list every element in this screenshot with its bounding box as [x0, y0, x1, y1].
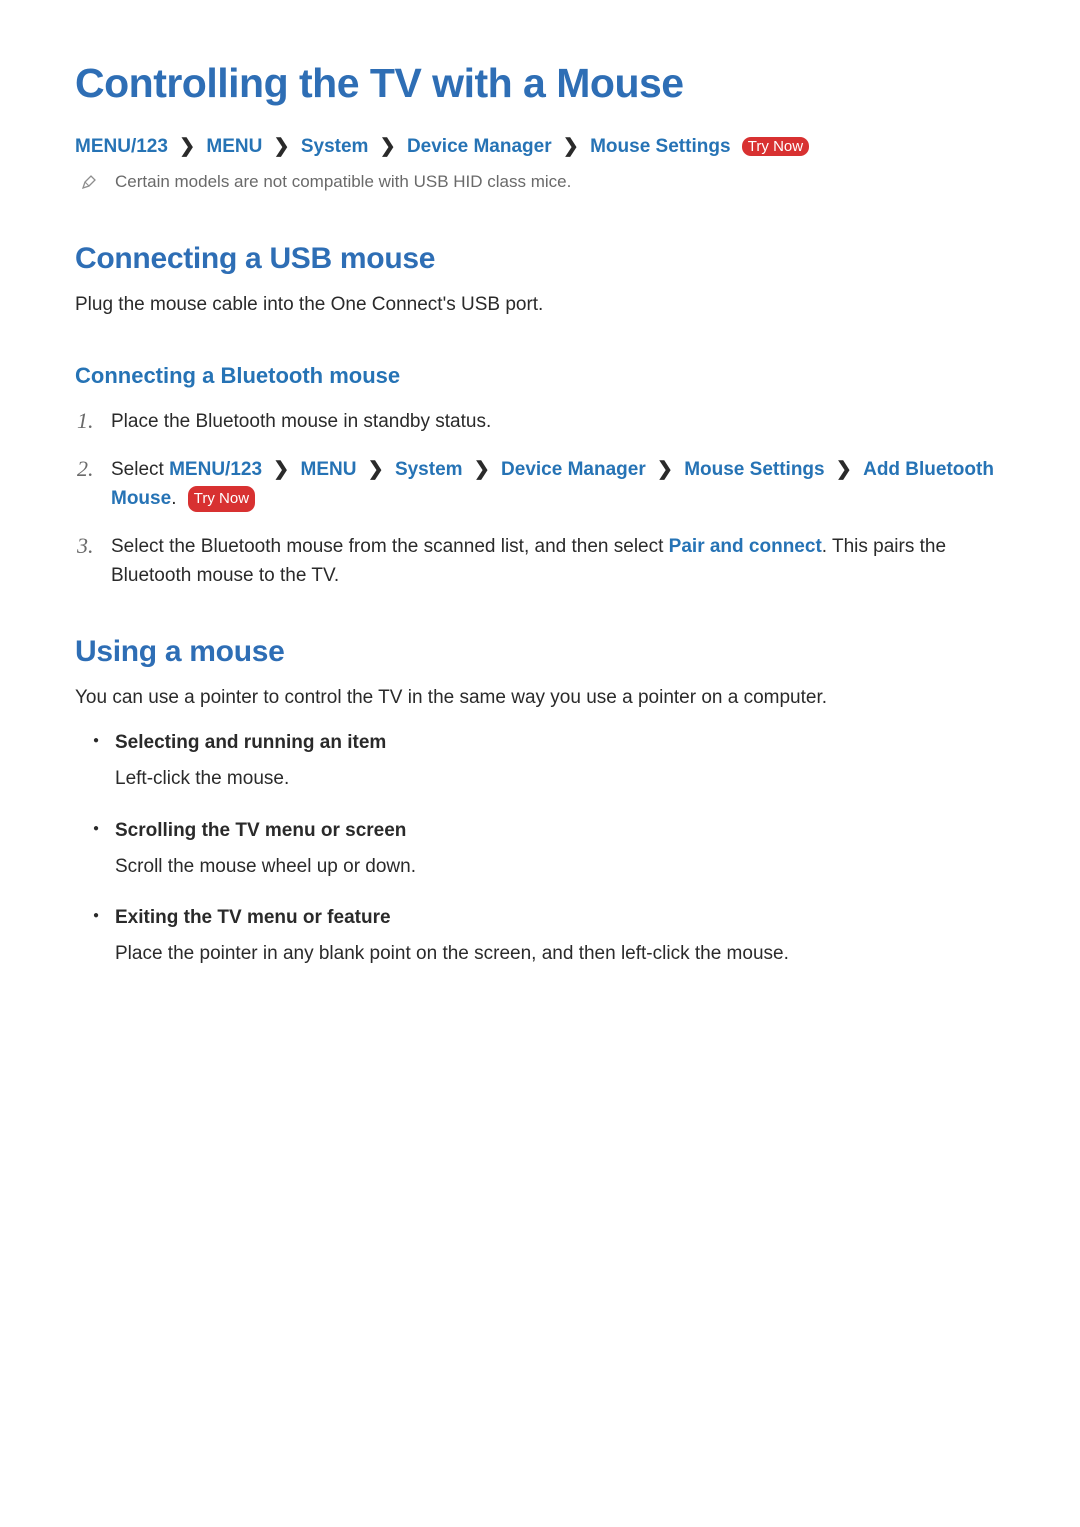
try-now-badge[interactable]: Try Now	[188, 486, 255, 511]
menu-path-item: System	[395, 459, 463, 480]
breadcrumb-main: MENU/123 ❯ MENU ❯ System ❯ Device Manage…	[75, 135, 1010, 158]
step-item: 2. Select MENU/123 ❯ MENU ❯ System ❯ Dev…	[75, 455, 1010, 514]
pencil-icon	[81, 174, 97, 190]
step-text-pre: Select the Bluetooth mouse from the scan…	[111, 536, 669, 557]
breadcrumb-item: Device Manager	[407, 136, 552, 157]
bullet-body: Scroll the mouse wheel up or down.	[115, 852, 1010, 881]
compatibility-note: Certain models are not compatible with U…	[75, 172, 1010, 192]
step-lead: Select	[111, 459, 169, 480]
chevron-right-icon: ❯	[368, 459, 384, 480]
menu-path-item: Mouse Settings	[684, 459, 824, 480]
chevron-right-icon: ❯	[474, 459, 490, 480]
chevron-right-icon: ❯	[273, 459, 289, 480]
chevron-right-icon: ❯	[380, 136, 396, 157]
step-item: 3. Select the Bluetooth mouse from the s…	[75, 532, 1010, 591]
section-title-using: Using a mouse	[75, 635, 1010, 669]
step-text: Place the Bluetooth mouse in standby sta…	[111, 411, 491, 432]
list-item: Exiting the TV menu or feature Place the…	[75, 907, 1010, 968]
step-item: 1. Place the Bluetooth mouse in standby …	[75, 407, 1010, 436]
page-title: Controlling the TV with a Mouse	[75, 60, 1010, 107]
section-title-bluetooth: Connecting a Bluetooth mouse	[75, 363, 1010, 389]
breadcrumb-item: Mouse Settings	[590, 136, 730, 157]
bullet-title: Scrolling the TV menu or screen	[115, 820, 1010, 842]
list-item: Selecting and running an item Left-click…	[75, 732, 1010, 793]
step-number: 1.	[77, 404, 94, 438]
step-number: 3.	[77, 529, 94, 563]
chevron-right-icon: ❯	[657, 459, 673, 480]
chevron-right-icon: ❯	[836, 459, 852, 480]
section-title-usb: Connecting a USB mouse	[75, 242, 1010, 276]
pair-and-connect-link: Pair and connect	[669, 536, 822, 557]
list-item: Scrolling the TV menu or screen Scroll t…	[75, 820, 1010, 881]
bullet-body: Left-click the mouse.	[115, 764, 1010, 793]
menu-path-item: MENU/123	[169, 459, 262, 480]
chevron-right-icon: ❯	[179, 136, 195, 157]
breadcrumb-item: System	[301, 136, 369, 157]
bluetooth-steps: 1. Place the Bluetooth mouse in standby …	[75, 407, 1010, 590]
breadcrumb-item: MENU	[206, 136, 262, 157]
chevron-right-icon: ❯	[274, 136, 290, 157]
try-now-badge[interactable]: Try Now	[742, 137, 809, 156]
bullet-body: Place the pointer in any blank point on …	[115, 939, 1010, 968]
using-bullets: Selecting and running an item Left-click…	[75, 732, 1010, 968]
step-number: 2.	[77, 452, 94, 486]
bullet-title: Exiting the TV menu or feature	[115, 907, 1010, 929]
menu-path-item: Device Manager	[501, 459, 646, 480]
using-intro: You can use a pointer to control the TV …	[75, 683, 1010, 712]
menu-path-item: MENU	[301, 459, 357, 480]
bullet-title: Selecting and running an item	[115, 732, 1010, 754]
manual-page: Controlling the TV with a Mouse MENU/123…	[0, 0, 1080, 1527]
breadcrumb-item: MENU/123	[75, 136, 168, 157]
note-text: Certain models are not compatible with U…	[115, 172, 571, 192]
chevron-right-icon: ❯	[563, 136, 579, 157]
period: .	[171, 488, 176, 509]
usb-body: Plug the mouse cable into the One Connec…	[75, 290, 1010, 319]
